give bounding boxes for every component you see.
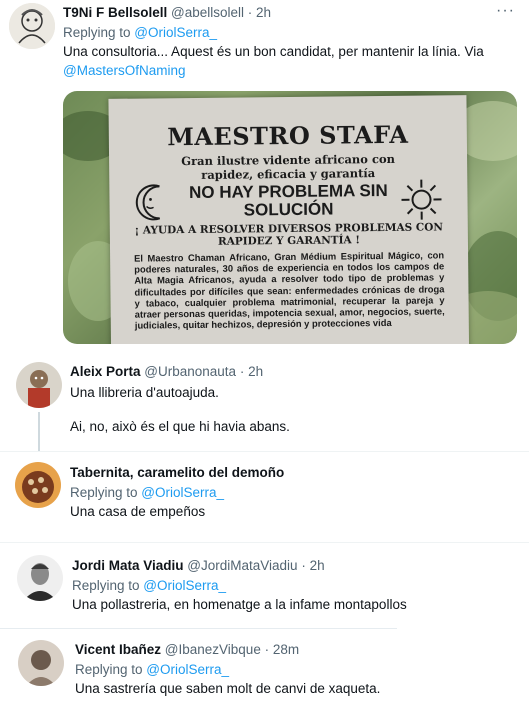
author-name[interactable]: Vicent Ibañez: [75, 642, 161, 657]
poster: MAESTRO STAFA Gran ilustre vidente afric…: [108, 95, 470, 344]
tweet-reply-aleix[interactable]: Aleix Porta @Urbanonauta · 2h Una llibre…: [0, 356, 529, 451]
author-name[interactable]: Aleix Porta: [70, 364, 141, 379]
separator-dot: ·: [244, 5, 257, 20]
author-handle[interactable]: @JordiMataViadiu: [187, 558, 297, 573]
tweet-text: Una sastrería que saben molt de canvi de…: [75, 681, 381, 696]
author-handle[interactable]: @IbanezVibque: [165, 642, 261, 657]
author-name[interactable]: Jordi Mata Viadiu: [72, 558, 184, 573]
separator-dot: ·: [236, 364, 249, 379]
avatar-tabernita[interactable]: [15, 462, 61, 508]
tweet-text: Una llibreria d'autoajuda.: [70, 385, 219, 400]
author-name[interactable]: Tabernita, caramelito del demoño: [70, 465, 284, 480]
poster-headline: NO HAY PROBLEMA SIN SOLUCIÓN: [188, 180, 388, 220]
author-handle[interactable]: @Urbanonauta: [144, 364, 236, 379]
avatar-aleix[interactable]: [16, 362, 62, 408]
mention-link[interactable]: @MastersOfNaming: [63, 61, 185, 80]
avatar-jordi[interactable]: [17, 555, 63, 601]
tweet-text-2: Ai, no, això és el que hi havia abans.: [70, 419, 290, 434]
poster-body: El Maestro Chaman Africano, Gran Médium …: [134, 249, 445, 331]
avatar-vicent[interactable]: [18, 640, 64, 686]
thread-line: [38, 412, 40, 451]
divider: [0, 628, 397, 629]
tweet-text: Una pollastreria, en homenatge a la infa…: [72, 597, 407, 612]
tweet-reply-jordi[interactable]: Jordi Mata Viadiu @JordiMataViadiu · 2h …: [0, 543, 529, 631]
replying-to-link[interactable]: @OriolSerra_: [134, 25, 217, 40]
tweet-image[interactable]: MAESTRO STAFA Gran ilustre vidente afric…: [63, 91, 517, 344]
replying-to: Replying to @OriolSerra_: [72, 578, 227, 593]
replying-to: Replying to @OriolSerra_: [70, 485, 225, 500]
sun-icon: [401, 179, 442, 220]
tweet-time[interactable]: 2h: [248, 364, 263, 379]
tweet-reply-vicent[interactable]: Vicent Ibañez @IbanezVibque · 28m Replyi…: [0, 632, 529, 709]
poster-ayuda: ¡ AYUDA A RESOLVER DIVERSOS PROBLEMAS CO…: [134, 221, 444, 248]
author-handle[interactable]: @abellsolell: [171, 5, 244, 20]
replying-to-link[interactable]: @OriolSerra_: [146, 662, 229, 677]
replying-to: Replying to @OriolSerra_: [75, 662, 230, 677]
replying-to: Replying to @OriolSerra_: [63, 25, 218, 40]
replying-to-link[interactable]: @OriolSerra_: [141, 485, 224, 500]
replying-to-link[interactable]: @OriolSerra_: [143, 578, 226, 593]
poster-title: MAESTRO STAFA: [167, 119, 409, 152]
tweet-time[interactable]: 2h: [256, 5, 271, 20]
more-options-icon[interactable]: ···: [496, 2, 515, 20]
tweet-time[interactable]: 28m: [273, 642, 299, 657]
tweet-time[interactable]: 2h: [310, 558, 325, 573]
separator-dot: ·: [297, 558, 310, 573]
poster-subtitle: Gran ilustre vidente africano con rapide…: [181, 151, 396, 182]
tweet-text: Una casa de empeños: [70, 504, 206, 519]
tweet-main[interactable]: T9Ni F Bellsolell @abellsolell · 2h ··· …: [0, 0, 529, 356]
moon-icon: [135, 184, 161, 221]
separator-dot: ·: [260, 642, 273, 657]
avatar-bellsolell[interactable]: [9, 3, 55, 49]
tweet-reply-tabernita[interactable]: Tabernita, caramelito del demoño Replyin…: [0, 452, 529, 542]
tweet-text: Una consultoria... Aquest és un bon cand…: [63, 44, 484, 59]
author-name[interactable]: T9Ni F Bellsolell: [63, 5, 167, 20]
